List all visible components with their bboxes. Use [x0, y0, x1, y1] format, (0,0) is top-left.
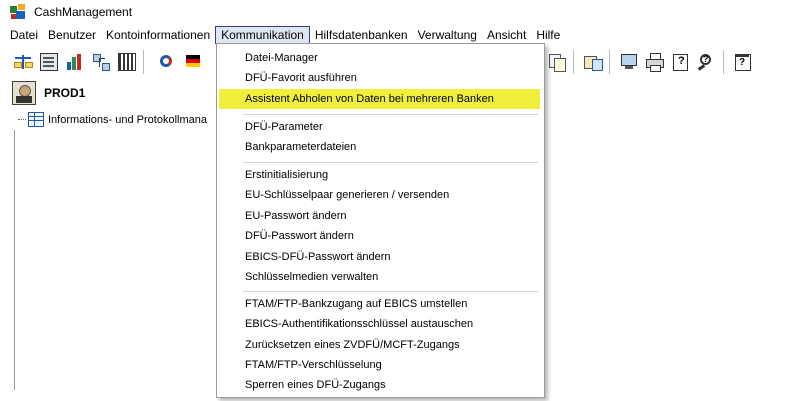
app-icon: [10, 3, 26, 20]
menu-ansicht[interactable]: Ansicht: [482, 26, 531, 44]
window-title: CashManagement: [34, 4, 133, 19]
help-doc-icon[interactable]: ?: [670, 51, 692, 73]
menu-separator: [243, 291, 538, 292]
menuitem-zuruecksetzen-zvdfue[interactable]: Zurücksetzen eines ZVDFÜ/MCFT-Zugangs: [219, 335, 540, 355]
menu-hilfe[interactable]: Hilfe: [531, 26, 565, 44]
menu-hilfsdatenbanken[interactable]: Hilfsdatenbanken: [310, 26, 413, 44]
menuitem-eu-passwort[interactable]: EU-Passwort ändern: [219, 206, 540, 226]
flag-icon[interactable]: [182, 51, 204, 73]
toolbar-separator: [143, 50, 147, 74]
menuitem-schluesselmedien[interactable]: Schlüsselmedien verwalten: [219, 267, 540, 287]
help-window-icon[interactable]: ?: [732, 51, 754, 73]
navigation-tree: Informations- und Protokollmana: [0, 110, 230, 401]
help-search-icon[interactable]: ?: [696, 51, 718, 73]
toolbar-separator: [609, 50, 613, 74]
menu-datei[interactable]: Datei: [5, 26, 43, 44]
monitor-icon[interactable]: [618, 51, 640, 73]
menuitem-ftam-verschluesselung[interactable]: FTAM/FTP-Verschlüsselung: [219, 355, 540, 375]
scales-icon[interactable]: [12, 51, 34, 73]
menuitem-sperren-dfue[interactable]: Sperren eines DFÜ-Zugangs: [219, 375, 540, 395]
menu-kontoinformationen[interactable]: Kontoinformationen: [101, 26, 215, 44]
table-icon: [28, 112, 44, 127]
network-icon[interactable]: [90, 51, 112, 73]
menu-verwaltung[interactable]: Verwaltung: [413, 26, 482, 44]
tree-connector: [18, 119, 26, 120]
copy-icon[interactable]: [546, 51, 568, 73]
toolbar-separator: [573, 50, 577, 74]
tree-item-informations[interactable]: Informations- und Protokollmana: [18, 112, 207, 127]
menuitem-ebics-dfue-passwort[interactable]: EBICS-DFÜ-Passwort ändern: [219, 247, 540, 267]
menuitem-ebics-authentifikation[interactable]: EBICS-Authentifikationsschlüssel austaus…: [219, 314, 540, 334]
menuitem-eu-schluesselpaar[interactable]: EU-Schlüsselpaar generieren / versenden: [219, 185, 540, 205]
toolbar-right: ? ? ?: [546, 47, 754, 77]
form-icon[interactable]: [38, 51, 60, 73]
title-bar: CashManagement: [0, 0, 795, 23]
chart-icon[interactable]: [64, 51, 86, 73]
menu-benutzer[interactable]: Benutzer: [43, 26, 101, 44]
menuitem-dfue-favorit[interactable]: DFÜ-Favorit ausführen: [219, 68, 540, 88]
menuitem-dfue-parameter[interactable]: DFÜ-Parameter: [219, 117, 540, 137]
menu-kommunikation[interactable]: Kommunikation: [215, 26, 310, 44]
barcode-icon[interactable]: [116, 51, 138, 73]
menuitem-ftam-umstellen[interactable]: FTAM/FTP-Bankzugang auf EBICS umstellen: [219, 294, 540, 314]
menuitem-bankparameterdateien[interactable]: Bankparameterdateien: [219, 137, 540, 157]
menuitem-dfue-passwort[interactable]: DFÜ-Passwort ändern: [219, 226, 540, 246]
menuitem-erstinitialisierung[interactable]: Erstinitialisierung: [219, 165, 540, 185]
profile-name: PROD1: [44, 86, 86, 100]
printer-icon[interactable]: [644, 51, 666, 73]
user-avatar-icon: [12, 81, 36, 105]
refresh-icon[interactable]: [156, 51, 178, 73]
menu-separator: [243, 162, 538, 163]
tree-guide-line: [14, 130, 15, 390]
menuitem-datei-manager[interactable]: Datei-Manager: [219, 48, 540, 68]
transfer-icon[interactable]: [582, 51, 604, 73]
tree-item-label: Informations- und Protokollmana: [48, 113, 207, 126]
menuitem-assistent-abholen[interactable]: Assistent Abholen von Daten bei mehreren…: [219, 89, 540, 109]
menu-separator: [243, 114, 538, 115]
toolbar-separator: [723, 50, 727, 74]
kommunikation-dropdown: Datei-Manager DFÜ-Favorit ausführen Assi…: [216, 43, 545, 398]
